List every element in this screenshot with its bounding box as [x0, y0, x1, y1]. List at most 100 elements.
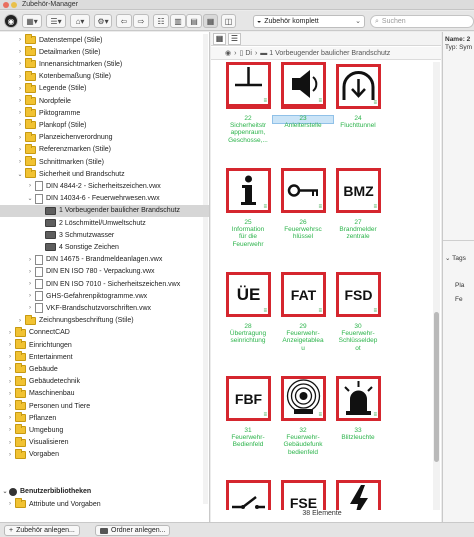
chevron-right-icon[interactable]: › [16, 318, 24, 324]
list-size-icon[interactable]: ☰ [228, 32, 241, 45]
minimize-window-icon[interactable] [11, 2, 17, 8]
tree-item[interactable]: › Umgebung [0, 424, 209, 436]
large-thumbnail-icon[interactable]: ◫ [221, 14, 236, 28]
tree-item[interactable]: 1 Vorbeugender baulicher Brandschutz [0, 204, 209, 217]
chevron-right-icon[interactable]: › [26, 269, 34, 275]
tree-item[interactable]: › Plankopf (Stile) [0, 119, 209, 131]
add-folder-button[interactable]: Ordner anlegen... [95, 525, 171, 536]
forward-button[interactable]: ⇨ [133, 14, 149, 28]
tree-item[interactable]: › Vorgaben [0, 448, 209, 461]
chevron-down-icon[interactable]: ⌄ [1, 488, 9, 495]
chevron-right-icon[interactable]: › [16, 135, 24, 141]
chevron-right-icon[interactable]: › [16, 86, 24, 92]
chevron-right-icon[interactable]: › [6, 379, 14, 385]
back-button[interactable]: ⇦ [116, 14, 132, 28]
thumbnail-view-icon[interactable]: ▦ [203, 14, 218, 28]
chevron-right-icon[interactable]: › [16, 110, 24, 116]
chevron-right-icon[interactable]: › [16, 159, 24, 165]
library-icon[interactable]: ◉ [4, 14, 18, 28]
tree-item[interactable]: › DIN 4844-2 - Sicherheitszeichen.vwx [0, 180, 209, 192]
chevron-right-icon[interactable]: › [16, 61, 24, 67]
chevron-right-icon[interactable]: › [16, 98, 24, 104]
add-resource-button[interactable]: + Zubehör anlegen... [4, 525, 80, 536]
close-window-icon[interactable] [3, 2, 9, 8]
chevron-right-icon[interactable]: › [6, 391, 14, 397]
grid-scrollbar[interactable] [433, 62, 440, 510]
tree-item[interactable]: › Attribute und Vorgaben [0, 498, 209, 510]
tree-item[interactable]: › Planzeichenverordnung [0, 131, 209, 144]
settings-gear-icon[interactable]: ⚙▾ [94, 14, 112, 28]
chevron-right-icon[interactable]: › [6, 501, 14, 507]
tree-item[interactable]: › Kotenbemaßung (Stile) [0, 70, 209, 83]
chevron-right-icon[interactable]: › [26, 281, 34, 287]
symbol-thumbnail[interactable]: ≡ [226, 480, 271, 510]
tree-item[interactable]: › Einrichtungen [0, 339, 209, 351]
home-button[interactable]: ⌂▾ [70, 14, 90, 28]
chevron-right-icon[interactable]: › [16, 122, 24, 128]
tree-item[interactable]: › GHS-Gefahrenpiktogramme.vwx [0, 290, 209, 302]
breadcrumb-current[interactable]: ▬ 1 Vorbeugender baulicher Brandschutz [260, 50, 390, 57]
symbol-thumbnail[interactable]: ≡ [336, 480, 381, 510]
user-libraries-section[interactable]: ⌄ Benutzerbibliotheken [0, 485, 209, 498]
grid-scrollbar-thumb[interactable] [434, 312, 439, 462]
tree-item[interactable]: › VKF-Brandschutzvorschriften.vwx [0, 302, 209, 314]
symbol-label[interactable]: 33 Blitzleuchte [327, 427, 389, 441]
tree-item[interactable]: › Gebäude [0, 363, 209, 375]
tree-item[interactable]: › Visualisieren [0, 436, 209, 449]
library-filter-dropdown[interactable]: ◒ Zubehör komplett ⌄ [253, 15, 365, 28]
chevron-right-icon[interactable]: › [6, 427, 14, 433]
tree-item[interactable]: › DIN 14675 - Brandmeldeanlagen.vwx [0, 254, 209, 266]
chevron-right-icon[interactable]: › [26, 183, 34, 189]
tree-item[interactable]: › Entertainment [0, 351, 209, 363]
symbol-thumbnail[interactable]: ≡ [281, 62, 326, 107]
tree-item[interactable]: › Gebäudetechnik [0, 375, 209, 388]
tree-item[interactable]: 4 Sonstige Zeichen [0, 241, 209, 253]
tree-item[interactable]: › Zeichnungsbeschriftung (Stile) [0, 314, 209, 327]
breadcrumb-root[interactable]: ◉ [225, 49, 231, 57]
chevron-right-icon[interactable]: › [26, 257, 34, 263]
symbol-label[interactable]: 23 Anleiterstelle [272, 115, 334, 129]
tree-item[interactable]: › Datenstempel (Stile) [0, 34, 209, 46]
tree-item[interactable]: › Maschinenbau [0, 387, 209, 400]
symbol-thumbnail[interactable]: ÜE ≡ [226, 272, 271, 317]
tree-item[interactable]: › Referenzmarken (Stile) [0, 143, 209, 156]
thumbnail-size-icon[interactable]: ▦ [213, 32, 226, 45]
chevron-down-icon[interactable]: ⌄ [26, 195, 34, 202]
symbol-label[interactable]: 31 Feuerwehr- Bedienfeld [217, 427, 279, 449]
symbol-label[interactable]: 28 Übertragung seinrichtung [217, 323, 279, 345]
symbol-thumbnail[interactable]: ≡ [281, 376, 326, 421]
symbol-thumbnail[interactable]: ≡ [336, 64, 381, 109]
tree-item[interactable]: › Detailmarken (Stile) [0, 46, 209, 58]
chevron-right-icon[interactable]: › [6, 440, 14, 446]
chevron-right-icon[interactable]: › [26, 305, 34, 311]
symbol-thumbnail[interactable]: ≡ [336, 376, 381, 421]
tree-item[interactable]: 3 Schmutzwasser [0, 229, 209, 241]
symbol-thumbnail[interactable]: FBF ≡ [226, 376, 271, 421]
tree-item[interactable]: › DIN EN ISO 780 - Verpackung.vwx [0, 266, 209, 278]
tree-item[interactable]: › Personen und Tiere [0, 400, 209, 412]
chevron-right-icon[interactable]: › [16, 37, 24, 43]
symbol-thumbnail[interactable]: FSD ≡ [336, 272, 381, 317]
view-options-button[interactable]: ☰▾ [46, 14, 66, 28]
symbol-thumbnail[interactable]: FAT ≡ [281, 272, 326, 317]
chevron-right-icon[interactable]: › [6, 366, 14, 372]
tree-item[interactable]: ⌄ DIN 14034-6 - Feuerwehrwesen.vwx [0, 193, 209, 205]
chevron-right-icon[interactable]: › [16, 49, 24, 55]
chevron-right-icon[interactable]: › [6, 415, 14, 421]
symbol-label[interactable]: 26 Feuerwehrsc hlüssel [272, 219, 334, 241]
chevron-right-icon[interactable]: › [16, 147, 24, 153]
detail-view-icon[interactable]: ▤ [186, 14, 202, 28]
symbol-label[interactable]: 32 Feuerwehr- Gebäudefunk bedienfeld [272, 427, 334, 456]
search-field[interactable]: ⌕ Suchen [370, 15, 474, 28]
symbol-label[interactable]: 30 Feuerwehr- Schlüsseldep ot [327, 323, 389, 352]
chevron-right-icon[interactable]: › [6, 403, 14, 409]
chevron-right-icon[interactable]: › [6, 354, 14, 360]
tree-item[interactable]: › Pflanzen [0, 412, 209, 424]
tree-item[interactable]: 2 Löschmittel/Umweltschutz [0, 217, 209, 229]
tree-item[interactable]: › Nordpfeile [0, 95, 209, 107]
symbol-thumbnail[interactable]: ≡ [281, 168, 326, 213]
symbol-label[interactable]: 25 Information für die Feuerwehr [217, 219, 279, 248]
symbol-thumbnail[interactable]: FSE≡ [281, 480, 326, 510]
tree-item[interactable]: › Schnittmarken (Stile) [0, 156, 209, 168]
chevron-right-icon[interactable]: › [26, 293, 34, 299]
